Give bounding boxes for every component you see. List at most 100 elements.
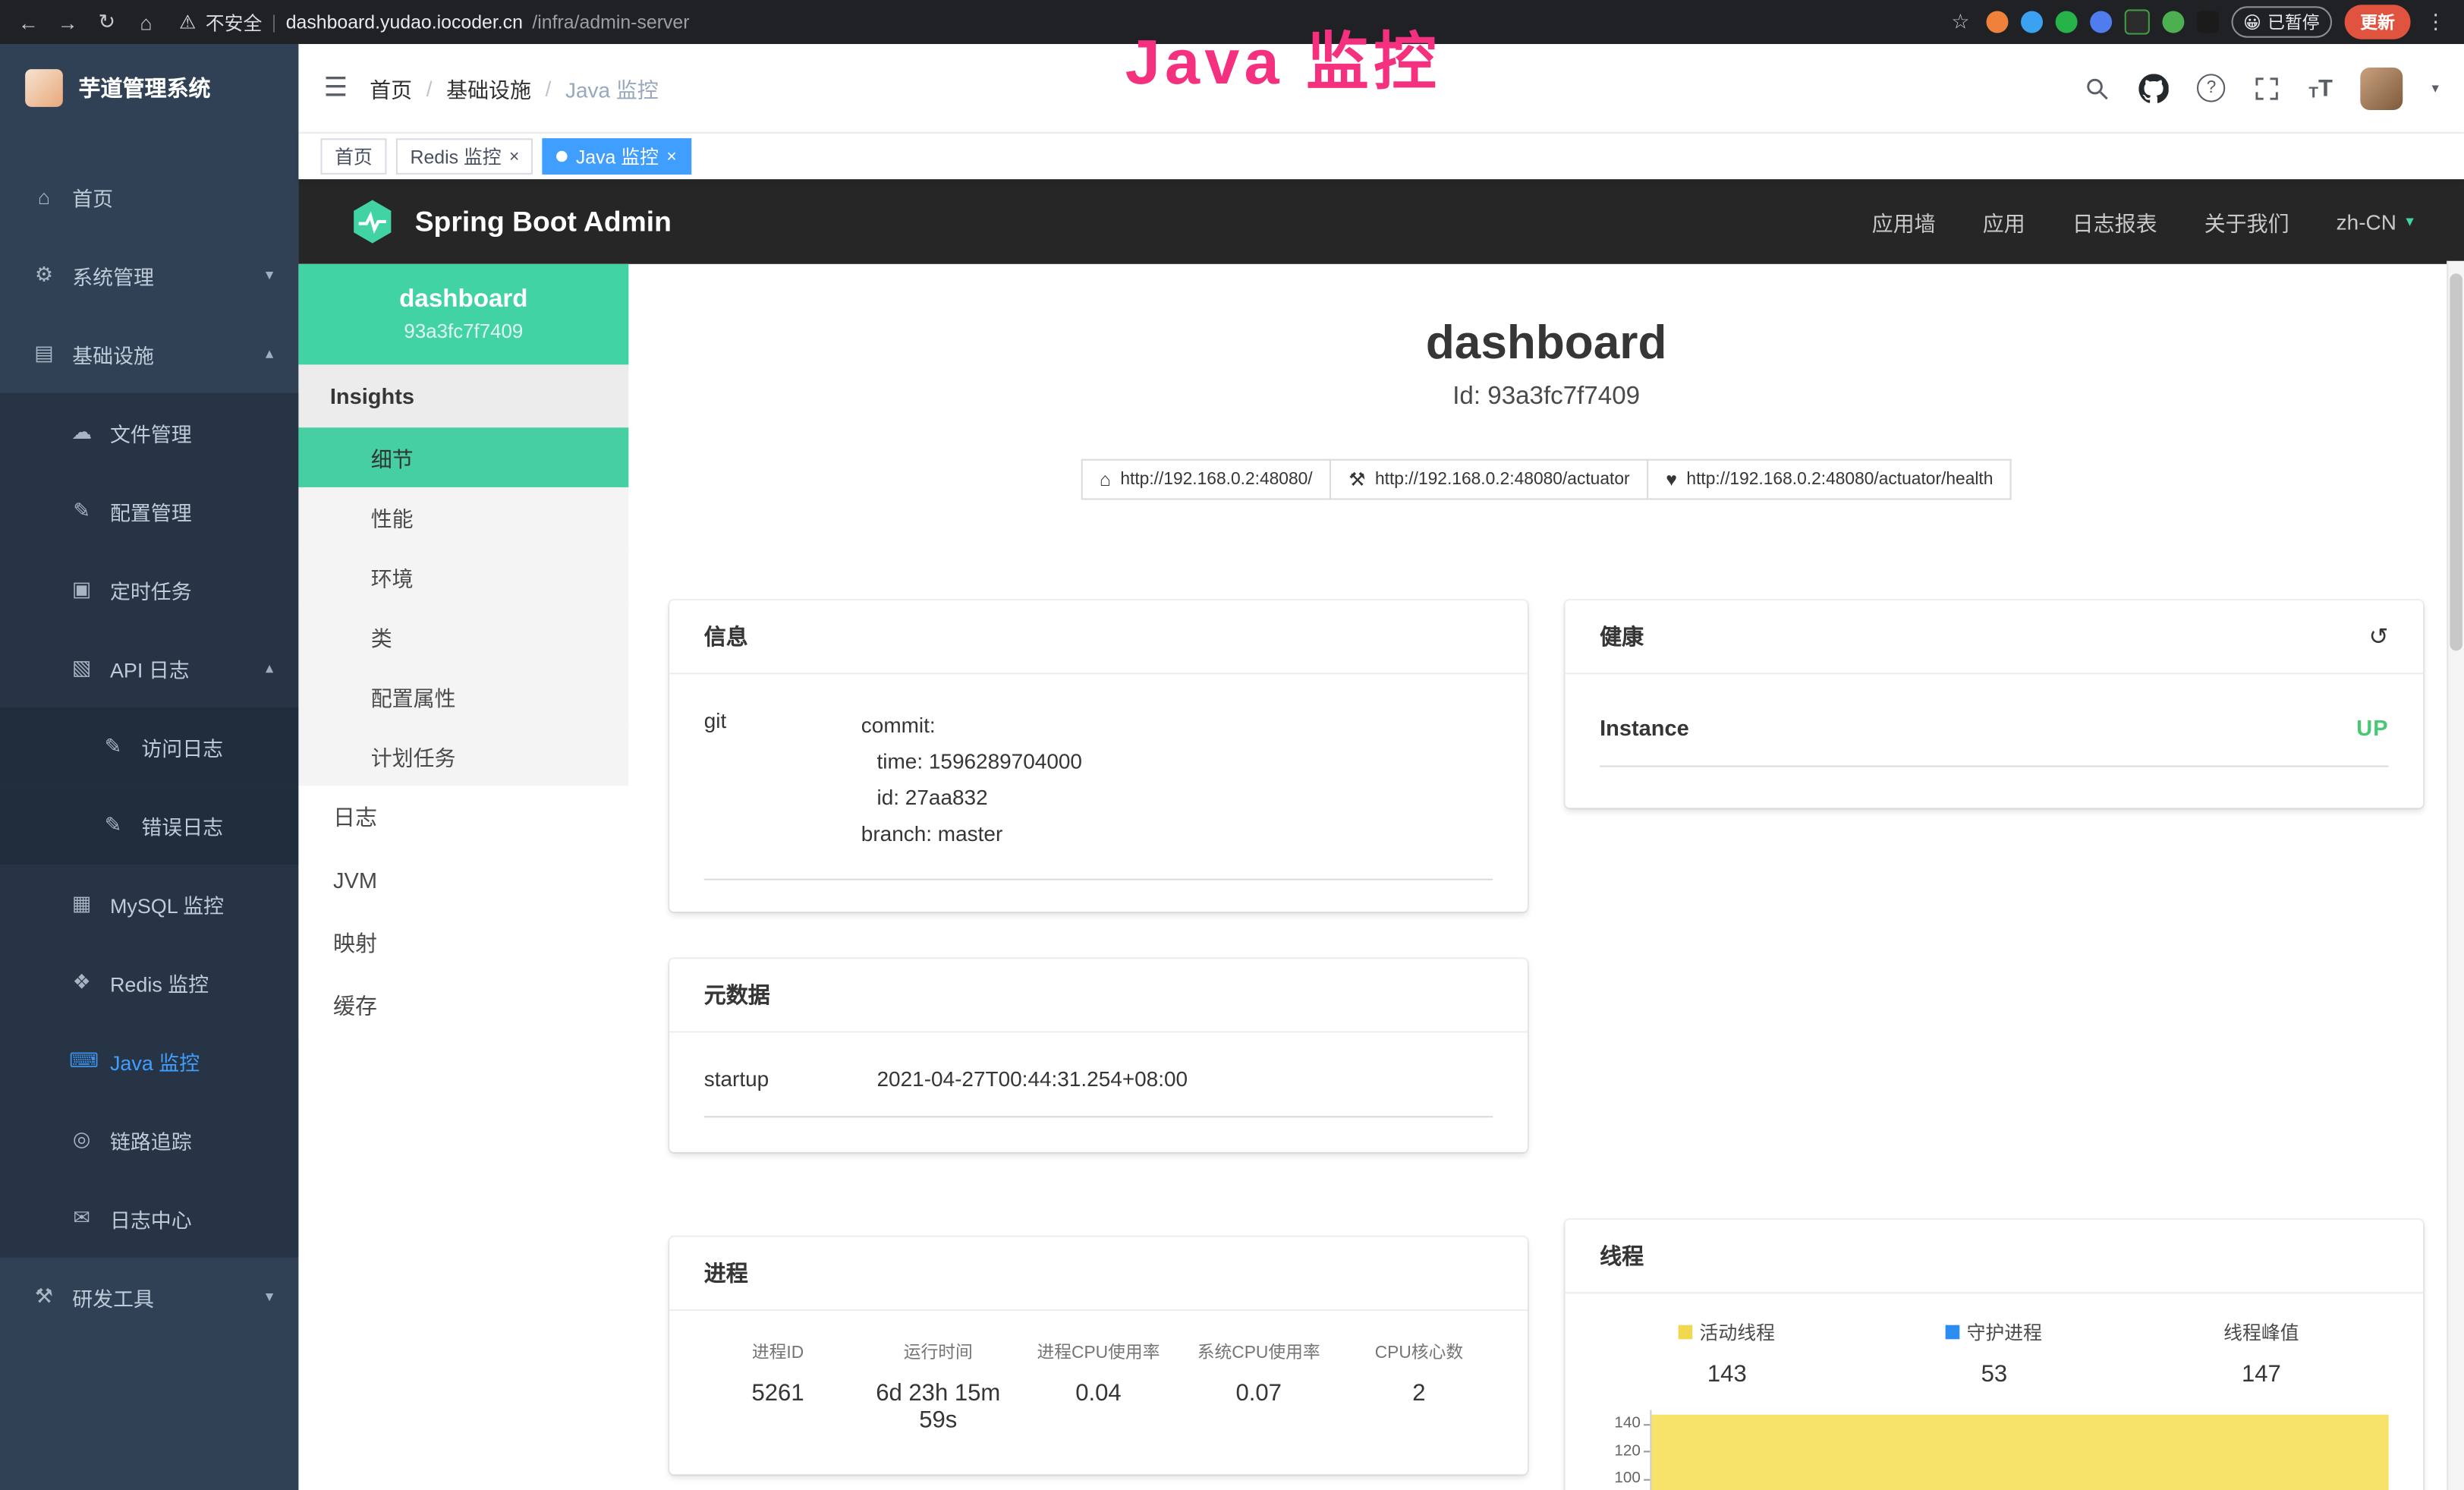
sba-nav-applications[interactable]: 应用: [1983, 206, 2025, 237]
language-selector[interactable]: zh-CN ▾: [2337, 209, 2414, 233]
extension-icon[interactable]: [2124, 9, 2149, 34]
extension-icon[interactable]: [2089, 11, 2111, 33]
tag-java-monitor[interactable]: Java 监控 ×: [543, 138, 691, 175]
browser-menu-icon[interactable]: ⋮: [2423, 9, 2448, 34]
health-instance-row[interactable]: Instance UP: [1600, 700, 2389, 767]
sidebar-item-config-management[interactable]: ✎ 配置管理: [0, 471, 298, 550]
app-sidebar: 芋道管理系统 ⌂ 首页 ⚙ 系统管理 ▾ ▤ 基础设施 ▴ ☁: [0, 44, 298, 1490]
link-health-url[interactable]: ♥ http://192.168.0.2:48080/actuator/heal…: [1648, 459, 2012, 500]
sidebar-item-scheduled-tasks[interactable]: ▣ 定时任务: [0, 550, 298, 629]
bookmark-star-icon[interactable]: ☆: [1948, 9, 1973, 34]
metric-cpu-cores: CPU核心数 2: [1339, 1339, 1499, 1433]
page-title: dashboard: [628, 317, 2464, 370]
java-icon: ⌨: [69, 1048, 94, 1073]
forward-icon[interactable]: →: [55, 10, 80, 33]
extension-icon[interactable]: [2055, 11, 2077, 33]
github-icon[interactable]: [2139, 73, 2169, 102]
link-actuator-url[interactable]: ⚒ http://192.168.0.2:48080/actuator: [1331, 459, 1648, 500]
extension-puzzle-icon[interactable]: [2196, 11, 2218, 33]
heart-icon: ♥: [1666, 468, 1677, 490]
mail-icon: ✉: [69, 1205, 94, 1230]
close-icon[interactable]: ×: [509, 147, 519, 166]
sidebar-item-system[interactable]: ⚙ 系统管理 ▾: [0, 236, 298, 315]
update-button[interactable]: 更新: [2345, 5, 2411, 39]
metadata-row: startup 2021-04-27T00:44:31.254+08:00: [704, 1054, 1493, 1117]
paused-badge[interactable]: 😀 已暂停: [2231, 6, 2333, 37]
sidebar-item-error-logs[interactable]: ✎ 错误日志: [0, 786, 298, 865]
card-title: 进程: [704, 1257, 748, 1288]
sidebar-item-label: API 日志: [110, 653, 190, 682]
logo-image: [25, 69, 63, 107]
close-icon[interactable]: ×: [666, 147, 676, 166]
extension-icon[interactable]: [2020, 11, 2042, 33]
trace-icon: ◎: [69, 1127, 94, 1152]
security-label: 不安全: [206, 8, 263, 35]
search-icon[interactable]: [2084, 74, 2110, 101]
sba-menu-jvm[interactable]: JVM: [298, 849, 628, 912]
sidebar-item-tracing[interactable]: ◎ 链路追踪: [0, 1101, 298, 1180]
home-icon[interactable]: ⌂: [134, 10, 159, 33]
health-card: 健康 ↺ Instance UP: [1566, 600, 2424, 808]
page-subtitle: Id: 93a3fc7f7409: [628, 383, 2464, 411]
tag-home[interactable]: 首页: [320, 138, 386, 175]
reload-icon[interactable]: ↻: [94, 9, 119, 34]
font-size-icon[interactable]: TT: [2308, 74, 2333, 101]
sidebar-item-redis-monitor[interactable]: ❖ Redis 监控: [0, 943, 298, 1022]
help-icon[interactable]: ?: [2197, 74, 2225, 102]
home-icon: ⌂: [1100, 468, 1111, 490]
sba-menu-config-props[interactable]: 配置属性: [298, 666, 628, 726]
history-icon[interactable]: ↺: [2369, 622, 2389, 650]
sidebar-item-access-logs[interactable]: ✎ 访问日志: [0, 707, 298, 786]
link-service-url[interactable]: ⌂ http://192.168.0.2:48080/: [1081, 459, 1331, 500]
sba-menu-logs[interactable]: 日志: [298, 786, 628, 849]
card-title: 元数据: [704, 979, 770, 1010]
sba-nav-wallboard[interactable]: 应用墙: [1872, 206, 1936, 237]
tag-redis-monitor[interactable]: Redis 监控 ×: [396, 138, 533, 175]
scrollbar-thumb[interactable]: [2450, 273, 2462, 650]
sba-nav-about[interactable]: 关于我们: [2204, 206, 2289, 237]
sidebar-item-java-monitor[interactable]: ⌨ Java 监控: [0, 1022, 298, 1101]
fullscreen-icon[interactable]: [2254, 74, 2280, 101]
sidebar-item-home[interactable]: ⌂ 首页: [0, 157, 298, 236]
screenshot-root: ← → ↻ ⌂ ⚠ 不安全 | dashboard.yudao.iocoder.…: [0, 0, 2464, 1490]
sba-brand[interactable]: Spring Boot Admin: [349, 198, 672, 245]
page-scrollbar[interactable]: [2447, 261, 2464, 1490]
sidebar-item-mysql-monitor[interactable]: ▦ MySQL 监控: [0, 865, 298, 943]
edit-icon: ✎: [69, 498, 94, 523]
sba-menu-caches[interactable]: 缓存: [298, 975, 628, 1038]
breadcrumb-infrastructure[interactable]: 基础设施: [446, 72, 531, 103]
sba-menu-details[interactable]: 细节: [298, 427, 628, 487]
user-avatar[interactable]: [2361, 67, 2403, 109]
sidebar-item-label: 链路追踪: [110, 1125, 192, 1155]
sidebar-item-file-management[interactable]: ☁ 文件管理: [0, 393, 298, 472]
tag-label: Java 监控: [576, 143, 659, 169]
sidebar-item-log-center[interactable]: ✉ 日志中心: [0, 1179, 298, 1258]
chevron-up-icon: ▴: [266, 660, 273, 677]
sba-menu-environment[interactable]: 环境: [298, 547, 628, 607]
sba-menu-metrics[interactable]: 性能: [298, 487, 628, 547]
card-title: 线程: [1600, 1240, 1644, 1271]
sidebar-item-infrastructure[interactable]: ▤ 基础设施 ▴: [0, 314, 298, 393]
sba-nav-journal[interactable]: 日志报表: [2072, 206, 2157, 237]
address-bar[interactable]: ⚠ 不安全 | dashboard.yudao.iocoder.cn/infra…: [179, 8, 689, 35]
breadcrumb-home[interactable]: 首页: [370, 72, 412, 103]
legend-live-threads: 活动线程 143: [1594, 1318, 1861, 1388]
back-icon[interactable]: ←: [16, 10, 41, 33]
threads-chart: 140 120 100: [1594, 1410, 2395, 1490]
extension-icon[interactable]: [2161, 11, 2183, 33]
instance-header[interactable]: dashboard 93a3fc7f7409: [298, 264, 628, 365]
hamburger-icon[interactable]: ☰: [324, 72, 348, 103]
avatar-caret-icon[interactable]: ▾: [2431, 80, 2438, 97]
sidebar-item-api-logs[interactable]: ▧ API 日志 ▴: [0, 628, 298, 707]
chevron-down-icon: ▾: [266, 1288, 273, 1306]
app-logo[interactable]: 芋道管理系统: [0, 44, 298, 132]
sidebar-item-dev-tools[interactable]: ⚒ 研发工具 ▾: [0, 1258, 298, 1337]
legend-peak-threads: 线程峰值 147: [2128, 1318, 2395, 1388]
threads-card: 线程 活动线程 143 守护进程: [1566, 1220, 2424, 1490]
database-icon: ▦: [69, 891, 94, 916]
sidebar-menu: ⌂ 首页 ⚙ 系统管理 ▾ ▤ 基础设施 ▴ ☁ 文件管理: [0, 132, 298, 1336]
extension-icon[interactable]: [1986, 11, 2008, 33]
sba-menu-mappings[interactable]: 映射: [298, 912, 628, 975]
sba-menu-classes[interactable]: 类: [298, 606, 628, 666]
sba-menu-scheduled-tasks[interactable]: 计划任务: [298, 726, 628, 786]
